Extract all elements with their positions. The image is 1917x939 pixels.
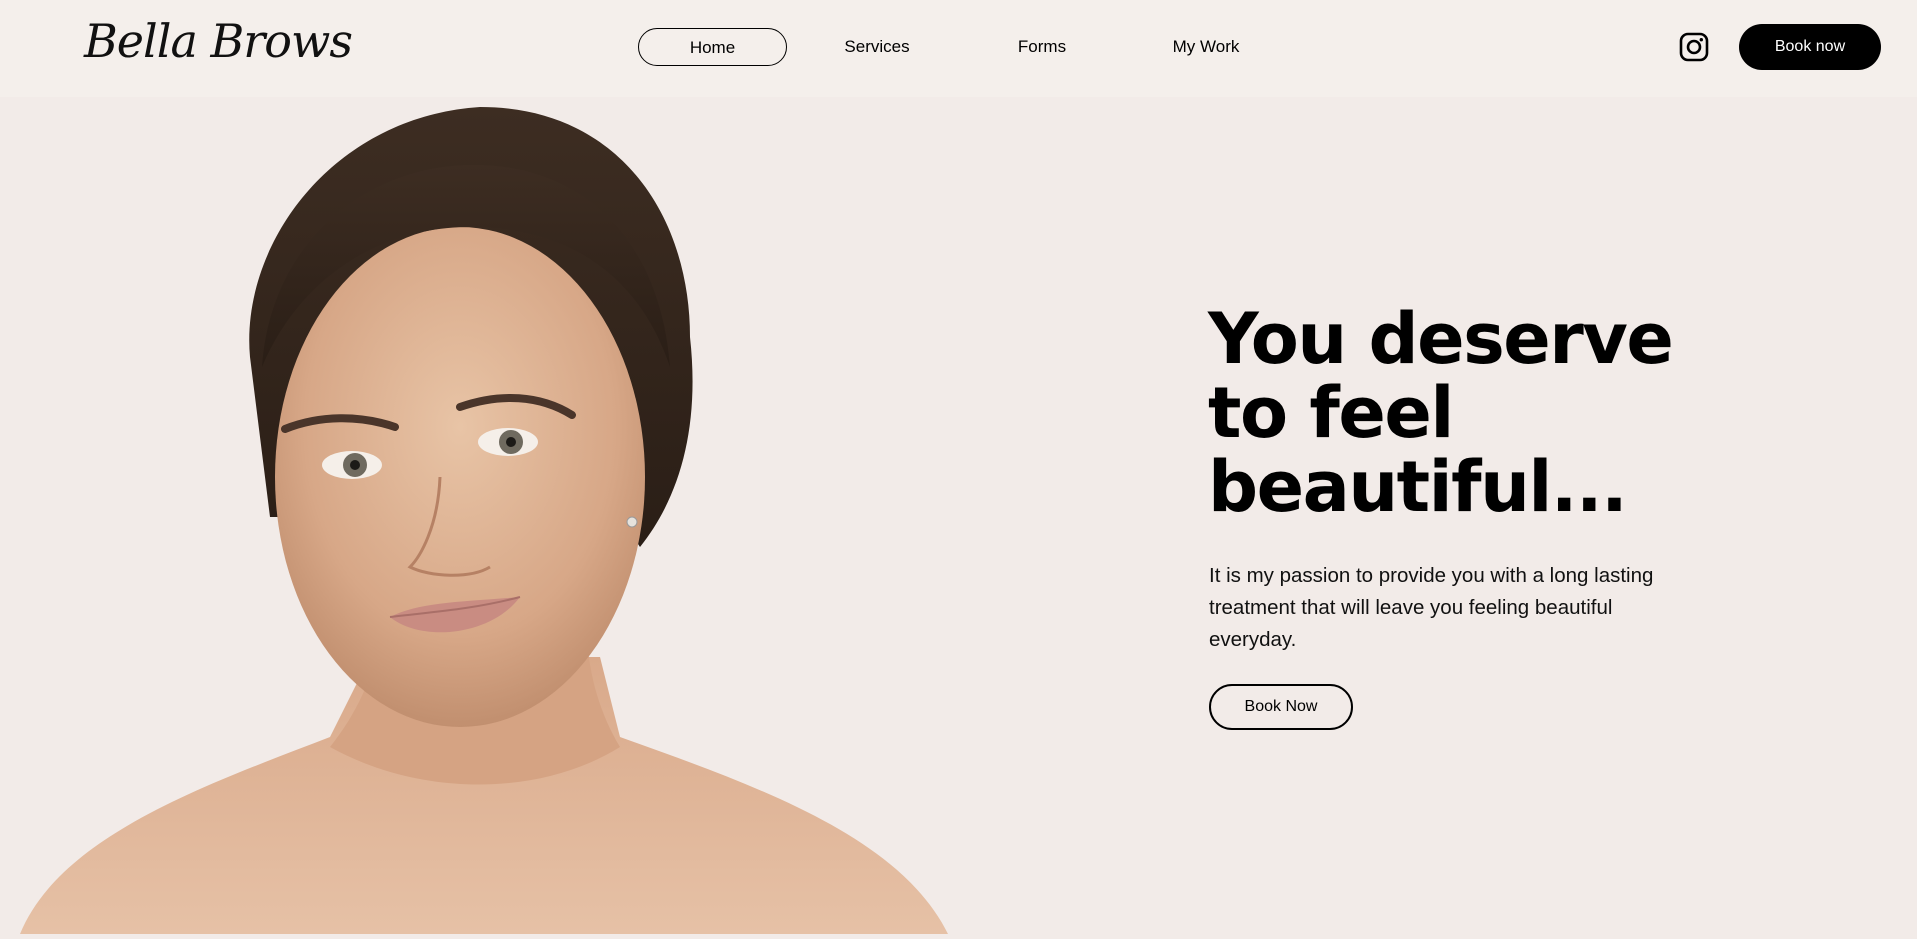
nav-forms[interactable]: Forms [992,28,1092,66]
headline-line-1: You deserve [1208,298,1674,380]
book-now-header-button[interactable]: Book now [1739,24,1881,70]
book-now-hero-label: Book Now [1244,698,1318,715]
headline-line-2: to feel [1208,372,1454,454]
nav-home-label: Home [689,38,736,57]
brand-logo[interactable]: Bella Brows [80,8,353,88]
portrait-photo [0,97,960,934]
instagram-icon[interactable] [1679,32,1709,62]
hero-paragraph: It is my passion to provide you with a l… [1209,564,1654,651]
hero-headline: You deserve to feel beautiful... [1208,302,1768,524]
headline-line-3: beautiful... [1208,446,1628,528]
nav-forms-label: Forms [1017,37,1067,56]
nav-home[interactable]: Home [638,28,787,66]
nav-my-work-label: My Work [1172,37,1240,56]
nav-services-label: Services [844,37,910,56]
nav-my-work[interactable]: My Work [1150,28,1262,66]
site-header: Bella Brows Home Services Forms My Work … [0,0,1917,97]
book-now-hero-button[interactable]: Book Now [1209,684,1353,730]
nav-services[interactable]: Services [822,28,932,66]
book-now-header-label: Book now [1774,38,1846,55]
logo-text: Bella Brows [84,14,353,68]
